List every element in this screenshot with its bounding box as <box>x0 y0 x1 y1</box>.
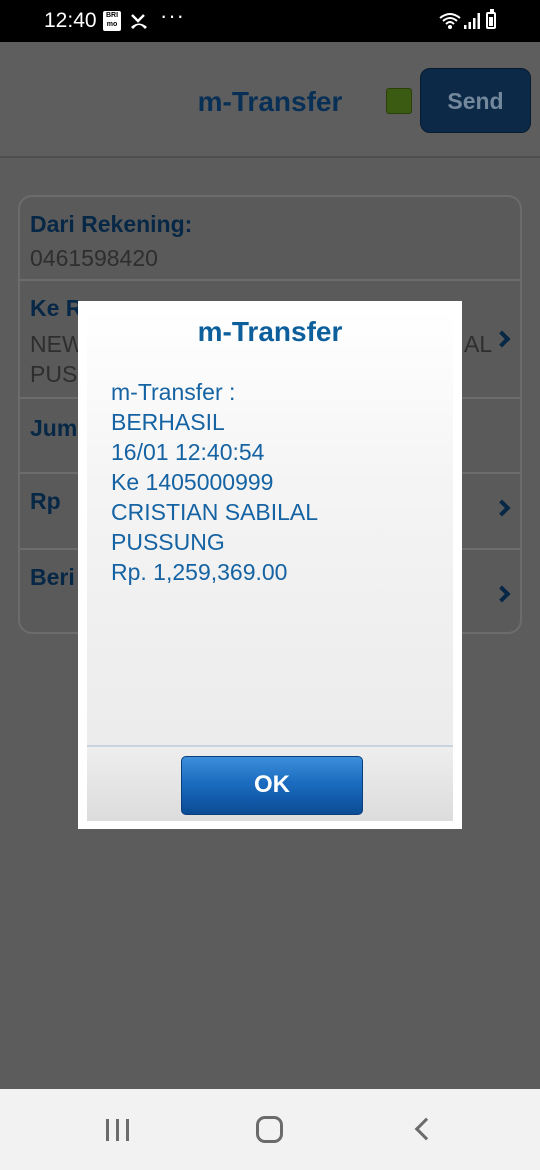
send-button[interactable]: Send <box>420 68 531 133</box>
message-line: m-Transfer : <box>111 379 236 405</box>
result-dialog: m-Transfer m-Transfer : BERHASIL 16/01 1… <box>78 301 462 829</box>
missed-call-icon <box>131 14 147 29</box>
message-line: Ke 1405000999 <box>111 469 274 495</box>
from-account-value: 0461598420 <box>30 245 158 271</box>
battery-icon <box>486 9 496 29</box>
from-account-row: Dari Rekening: 0461598420 <box>20 197 520 281</box>
bri-mo-app-icon: BRI mo <box>103 11 121 31</box>
ok-button[interactable]: OK <box>181 756 363 815</box>
dialog-title: m-Transfer <box>197 316 343 347</box>
chevron-right-icon <box>493 330 511 348</box>
message-line: Rp. 1,259,369.00 <box>111 559 288 585</box>
dialog-body: m-Transfer m-Transfer : BERHASIL 16/01 1… <box>87 309 453 821</box>
navigation-bar <box>0 1089 540 1170</box>
dialog-message: m-Transfer : BERHASIL 16/01 12:40:54 Ke … <box>111 377 441 587</box>
page-title-text: m-Transfer <box>197 86 343 117</box>
message-line: 16/01 12:40:54 <box>111 439 265 465</box>
message-line: PUSSUNG <box>111 529 225 555</box>
chevron-right-icon <box>493 585 511 603</box>
to-account-value-line1-end: AL <box>464 331 493 357</box>
message-label: Beri <box>30 564 75 590</box>
dialog-footer: OK <box>87 747 453 821</box>
chevron-right-icon <box>493 499 511 517</box>
amount-label: Jum <box>30 415 78 441</box>
to-account-value-line1: NEW <box>30 331 84 357</box>
signal-icon <box>464 13 480 29</box>
to-account-label: Ke R <box>30 295 83 321</box>
status-time: 12:40 <box>44 9 97 32</box>
status-indicator <box>386 88 412 114</box>
more-icon: ··· <box>160 3 185 28</box>
message-line: BERHASIL <box>111 409 225 435</box>
to-account-value-line2: PUS <box>30 361 78 387</box>
app-header: m-Transfer Send <box>0 42 540 158</box>
wifi-icon <box>439 13 461 29</box>
from-account-label: Dari Rekening: <box>30 211 193 237</box>
status-bar: 12:40 BRI mo ··· <box>0 0 540 42</box>
back-icon[interactable] <box>414 1117 438 1141</box>
message-line: CRISTIAN SABILAL <box>111 499 319 525</box>
recent-apps-icon[interactable] <box>106 1119 130 1141</box>
rp-label: Rp <box>30 488 61 514</box>
home-icon[interactable] <box>256 1116 283 1143</box>
